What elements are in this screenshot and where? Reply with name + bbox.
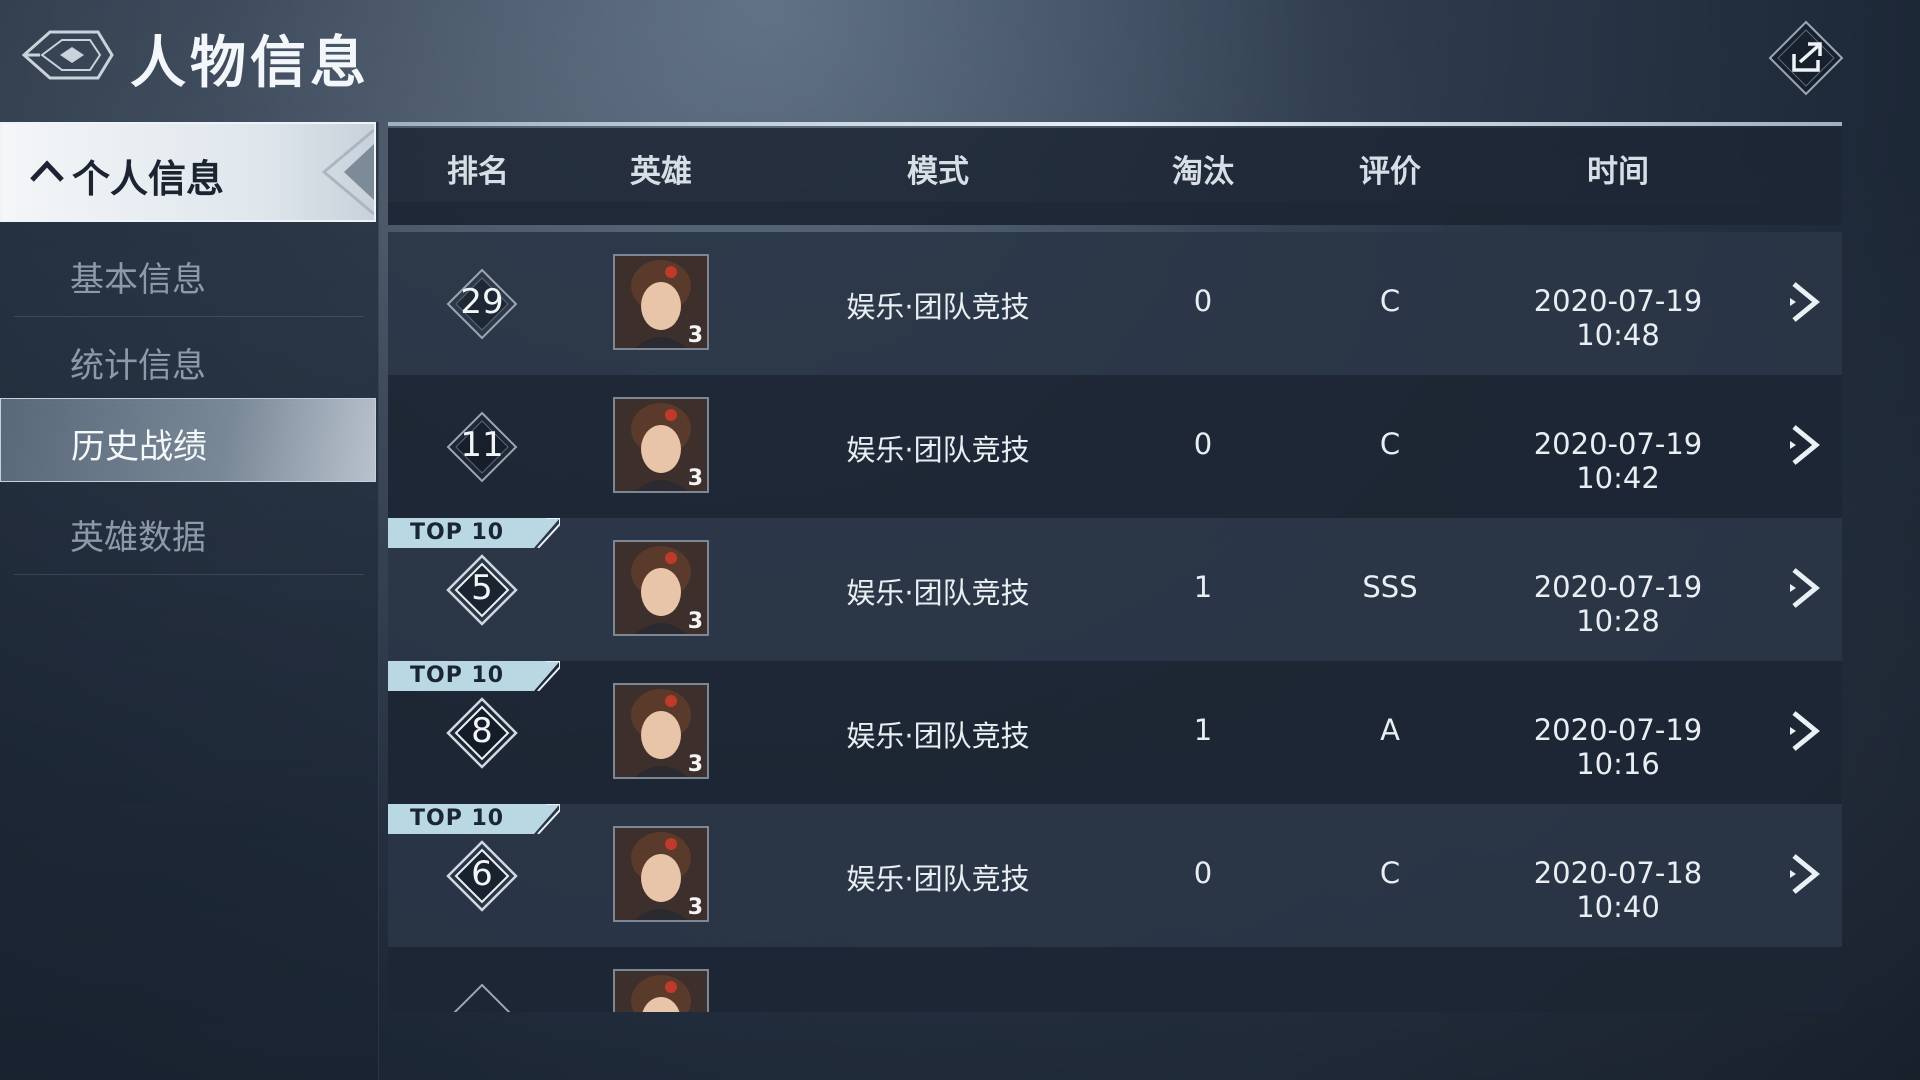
- top10-badge-label: TOP 10: [410, 663, 505, 688]
- column-header-time: 时间: [1587, 154, 1649, 190]
- table-header: 排名 英雄 模式 淘汰 评价 时间: [388, 128, 1842, 203]
- hero-portrait: 3: [613, 540, 709, 636]
- top10-badge-label: TOP 10: [410, 520, 505, 545]
- time-value: 2020-07-19 10:48: [1533, 284, 1703, 352]
- eliminations-value: 1: [1193, 713, 1213, 747]
- table-row[interactable]: 11 3 娱乐·团队竞技 0 C 2020-07-19 10:42: [388, 375, 1842, 518]
- column-header-rating: 评价: [1359, 154, 1421, 190]
- sidebar-item-statistics[interactable]: 统计信息: [14, 318, 364, 403]
- eliminations-value: 0: [1193, 284, 1213, 318]
- sidebar: 个人信息 基本信息 统计信息 历史战绩 英雄数据: [0, 122, 379, 1080]
- hero-portrait: [613, 969, 709, 1012]
- mode-value: 娱乐·团队竞技: [846, 719, 1030, 753]
- rank-value: 6: [471, 854, 493, 894]
- chevron-right-icon[interactable]: [1786, 566, 1822, 610]
- sidebar-item-label: 基本信息: [70, 260, 206, 300]
- eliminations-value: 0: [1193, 856, 1213, 890]
- sidebar-section-label: 个人信息: [72, 157, 225, 201]
- hero-level: 3: [687, 609, 703, 634]
- time-value: 2020-07-19 10:28: [1533, 570, 1703, 638]
- hero-portrait: 3: [613, 683, 709, 779]
- mode-value: 娱乐·团队竞技: [846, 576, 1030, 610]
- hero-level: 3: [687, 895, 703, 920]
- hero-face-icon: [615, 971, 707, 1012]
- hero-level: 3: [687, 323, 703, 348]
- rank-value: 8: [471, 711, 493, 751]
- hero-portrait: 3: [613, 826, 709, 922]
- table-body: 29 3 娱乐·团队竞技 0 C 2020-07-19 10:48 11 3 娱…: [388, 202, 1842, 1012]
- sidebar-item-match-history[interactable]: 历史战绩: [0, 398, 376, 482]
- sidebar-section-personal-info[interactable]: 个人信息: [0, 122, 376, 222]
- table-row-partial: [388, 202, 1842, 225]
- rank-value: 11: [460, 425, 504, 465]
- sidebar-item-label: 英雄数据: [70, 518, 206, 558]
- chevron-right-icon[interactable]: [1786, 852, 1822, 896]
- hero-level: 3: [687, 466, 703, 491]
- share-icon[interactable]: [1768, 20, 1844, 96]
- rating-value: C: [1379, 427, 1401, 461]
- match-history-table: 排名 英雄 模式 淘汰 评价 时间 29 3 娱乐·团队竞技 0 C 2020-…: [388, 122, 1842, 1012]
- table-row[interactable]: 29 3 娱乐·团队竞技 0 C 2020-07-19 10:48: [388, 232, 1842, 375]
- sidebar-item-hero-data[interactable]: 英雄数据: [14, 490, 364, 575]
- section-ornament-icon: [321, 128, 374, 216]
- chevron-up-icon: [30, 160, 64, 182]
- column-header-hero: 英雄: [630, 154, 692, 190]
- chevron-right-icon[interactable]: [1786, 280, 1822, 324]
- rating-value: C: [1379, 284, 1401, 318]
- sidebar-item-label: 统计信息: [70, 346, 206, 386]
- wing-emblem-icon[interactable]: [20, 20, 116, 90]
- table-row[interactable]: TOP 10 6 3 娱乐·团队竞技 0 C 2020-07-18 10:40: [388, 804, 1842, 947]
- rank-value: 29: [460, 282, 504, 322]
- mode-value: 娱乐·团队竞技: [846, 862, 1030, 896]
- rank-value: 5: [471, 568, 493, 608]
- column-header-mode: 模式: [907, 154, 969, 190]
- rating-value: C: [1379, 856, 1401, 890]
- rating-value: A: [1380, 713, 1400, 747]
- hero-portrait: 3: [613, 397, 709, 493]
- time-value: 2020-07-18 10:40: [1533, 856, 1703, 924]
- rating-value: SSS: [1362, 570, 1418, 604]
- table-top-border: [388, 122, 1842, 126]
- table-row[interactable]: TOP 10 8 3 娱乐·团队竞技 1 A 2020-07-19 10:16: [388, 661, 1842, 804]
- hero-level: 3: [687, 752, 703, 777]
- table-row[interactable]: TOP 10 5 3 娱乐·团队竞技 1 SSS 2020-07-19 10:2…: [388, 518, 1842, 661]
- table-row-partial: [388, 947, 1842, 1012]
- time-value: 2020-07-19 10:16: [1533, 713, 1703, 781]
- hero-portrait: 3: [613, 254, 709, 350]
- mode-value: 娱乐·团队竞技: [846, 290, 1030, 324]
- sidebar-item-basic-info[interactable]: 基本信息: [14, 232, 364, 317]
- chevron-right-icon[interactable]: [1786, 709, 1822, 753]
- time-value: 2020-07-19 10:42: [1533, 427, 1703, 495]
- page-title: 人物信息: [130, 31, 370, 96]
- column-header-eliminations: 淘汰: [1172, 154, 1234, 190]
- mode-value: 娱乐·团队竞技: [846, 433, 1030, 467]
- column-header-rank: 排名: [447, 154, 509, 190]
- top10-badge-label: TOP 10: [410, 806, 505, 831]
- eliminations-value: 1: [1193, 570, 1213, 604]
- eliminations-value: 0: [1193, 427, 1213, 461]
- chevron-right-icon[interactable]: [1786, 423, 1822, 467]
- sidebar-item-label: 历史战绩: [71, 427, 207, 467]
- rank-diamond-icon: [453, 983, 511, 1012]
